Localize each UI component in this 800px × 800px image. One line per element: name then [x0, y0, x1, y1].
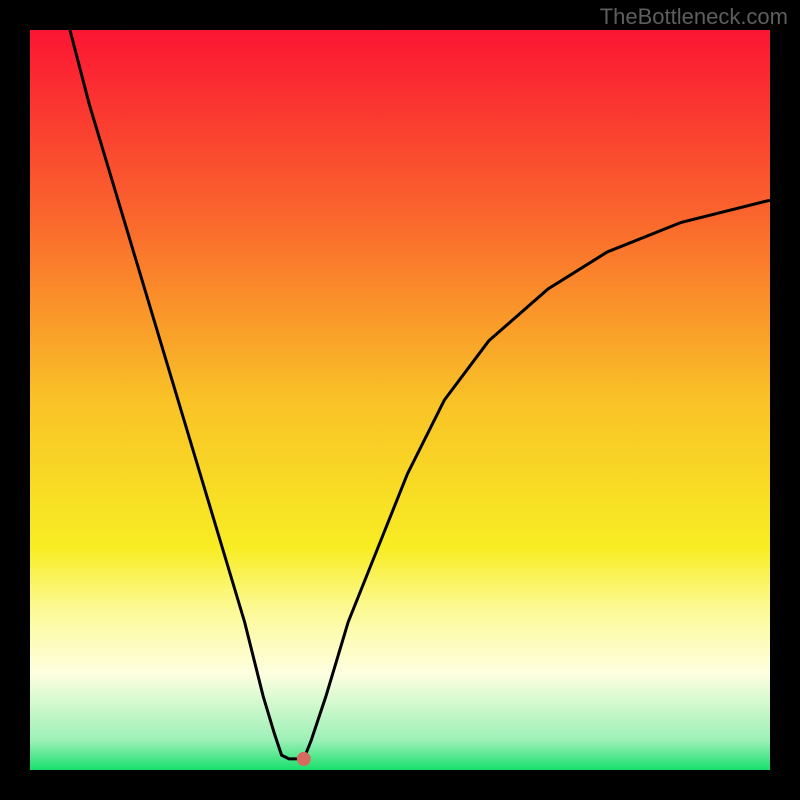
chart-background	[30, 30, 770, 770]
watermark-text: TheBottleneck.com	[600, 4, 788, 30]
optimal-point-marker	[297, 752, 311, 766]
bottleneck-chart	[30, 30, 770, 770]
chart-frame: TheBottleneck.com	[0, 0, 800, 800]
